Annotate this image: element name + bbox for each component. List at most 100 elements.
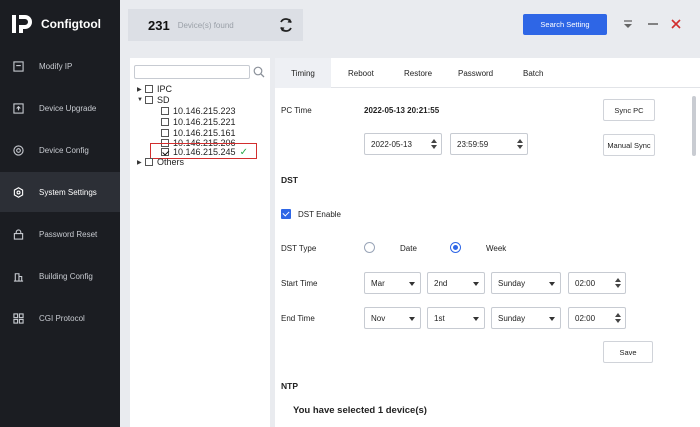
dst-type-date-radio[interactable] — [364, 242, 375, 253]
sidebar-item-password-reset[interactable]: Password Reset — [0, 214, 120, 254]
start-week-select[interactable]: 2nd — [427, 272, 485, 294]
device-tree-panel: ▶ IPC ▼ SD 10.146.215.223 10.146.215.221… — [130, 58, 270, 427]
end-month-value: Nov — [371, 313, 386, 323]
tab-reboot[interactable]: Reboot — [348, 58, 374, 88]
ntp-section-title: NTP — [281, 381, 298, 391]
group-label: Others — [157, 157, 185, 167]
device-ip: 10.146.215.223 — [173, 106, 236, 116]
sidebar-item-label: CGI Protocol — [39, 313, 85, 323]
sidebar-item-device-upgrade[interactable]: Device Upgrade — [0, 88, 120, 128]
search-setting-button[interactable]: Search Setting — [523, 14, 607, 35]
tree-group-others[interactable]: ▶ Others — [137, 157, 184, 167]
group-label: SD — [157, 95, 170, 105]
scrollbar[interactable] — [692, 96, 696, 156]
sidebar-item-label: Building Config — [39, 271, 93, 281]
tree-device-item[interactable]: 10.146.215.223 — [161, 106, 236, 116]
tree-group-sd[interactable]: ▼ SD — [137, 95, 170, 105]
top-bar: 231 Device(s) found Search Setting — [120, 0, 700, 50]
app-logo: Configtool — [10, 12, 101, 36]
dst-enable-checkbox[interactable] — [281, 209, 291, 219]
search-icon[interactable] — [253, 66, 265, 78]
start-week-value: 2nd — [434, 278, 448, 288]
dst-type-week-radio[interactable] — [450, 242, 461, 253]
settings-icon — [12, 186, 24, 198]
start-day-value: Sunday — [498, 278, 526, 288]
device-ip: 10.146.215.161 — [173, 128, 236, 138]
time-field[interactable]: 23:59:59 — [450, 133, 528, 155]
sidebar-item-cgi-protocol[interactable]: CGI Protocol — [0, 298, 120, 338]
collapse-arrow-icon[interactable]: ▼ — [137, 97, 145, 103]
tree-device-item[interactable]: 10.146.215.221 — [161, 117, 236, 127]
device-checkbox[interactable] — [161, 129, 169, 137]
tab-restore[interactable]: Restore — [404, 58, 432, 88]
building-icon — [12, 270, 24, 282]
device-ip: 10.146.215.221 — [173, 117, 236, 127]
time-value: 23:59:59 — [457, 139, 489, 149]
chevron-down-icon — [549, 282, 555, 286]
sidebar-item-label: Device Config — [39, 145, 89, 155]
sidebar-item-label: Password Reset — [39, 229, 98, 239]
device-checkbox[interactable] — [161, 118, 169, 126]
device-search-input[interactable] — [134, 65, 250, 79]
tab-password[interactable]: Password — [458, 58, 493, 88]
dropdown-menu-icon[interactable] — [622, 18, 634, 30]
selection-status-text: You have selected 1 device(s) — [293, 405, 427, 416]
dst-type-date-label: Date — [400, 244, 417, 253]
tab-timing[interactable]: Timing — [275, 58, 331, 88]
end-month-select[interactable]: Nov — [364, 307, 421, 329]
group-checkbox[interactable] — [145, 96, 153, 104]
device-count: 231 — [148, 17, 170, 33]
spinner-icon[interactable] — [615, 312, 621, 324]
spinner-icon[interactable] — [517, 138, 523, 150]
start-time-value: 02:00 — [575, 278, 596, 288]
sidebar-item-label: System Settings — [39, 187, 97, 197]
date-field[interactable]: 2022-05-13 — [364, 133, 442, 155]
close-icon[interactable] — [670, 18, 682, 30]
start-day-select[interactable]: Sunday — [491, 272, 561, 294]
end-week-select[interactable]: 1st — [427, 307, 485, 329]
save-button[interactable]: Save — [603, 341, 653, 363]
chevron-down-icon — [409, 282, 415, 286]
start-month-select[interactable]: Mar — [364, 272, 421, 294]
chevron-down-icon — [473, 317, 479, 321]
sidebar-item-building-config[interactable]: Building Config — [0, 256, 120, 296]
end-time-label: End Time — [281, 314, 315, 323]
sidebar: Configtool Modify IP Device Upgrade Devi… — [0, 0, 120, 427]
dst-enable-label: DST Enable — [298, 210, 341, 219]
sidebar-item-label: Modify IP — [39, 61, 73, 71]
spinner-icon[interactable] — [431, 138, 437, 150]
end-day-select[interactable]: Sunday — [491, 307, 561, 329]
chevron-down-icon — [409, 317, 415, 321]
start-time-field[interactable]: 02:00 — [568, 272, 626, 294]
minimize-icon[interactable] — [647, 18, 659, 30]
tree-device-item[interactable]: 10.146.215.161 — [161, 128, 236, 138]
app-title: Configtool — [41, 17, 101, 31]
dst-type-label: DST Type — [281, 244, 317, 253]
sidebar-item-modify-ip[interactable]: Modify IP — [0, 46, 120, 86]
tab-bar: Timing Reboot Restore Password Batch — [275, 58, 700, 88]
refresh-icon[interactable] — [278, 17, 294, 33]
group-checkbox[interactable] — [145, 85, 153, 93]
target-icon — [12, 144, 24, 156]
sidebar-item-label: Device Upgrade — [39, 103, 97, 113]
upload-icon — [12, 102, 24, 114]
spinner-icon[interactable] — [615, 277, 621, 289]
end-time-value: 02:00 — [575, 313, 596, 323]
sidebar-item-system-settings[interactable]: System Settings — [0, 172, 120, 212]
settings-panel: Timing Reboot Restore Password Batch PC … — [275, 58, 700, 427]
start-time-label: Start Time — [281, 279, 318, 288]
end-time-field[interactable]: 02:00 — [568, 307, 626, 329]
tree-group-ipc[interactable]: ▶ IPC — [137, 84, 172, 94]
group-checkbox[interactable] — [145, 158, 153, 166]
dst-section-title: DST — [281, 175, 298, 185]
expand-arrow-icon[interactable]: ▶ — [137, 159, 145, 166]
edit-icon — [12, 60, 24, 72]
start-month-value: Mar — [371, 278, 385, 288]
manual-sync-button[interactable]: Manual Sync — [603, 134, 655, 156]
device-checkbox[interactable] — [161, 107, 169, 115]
sidebar-item-device-config[interactable]: Device Config — [0, 130, 120, 170]
sync-pc-button[interactable]: Sync PC — [603, 99, 655, 121]
grid-icon — [12, 312, 24, 324]
tab-batch[interactable]: Batch — [523, 58, 543, 88]
expand-arrow-icon[interactable]: ▶ — [137, 86, 145, 93]
